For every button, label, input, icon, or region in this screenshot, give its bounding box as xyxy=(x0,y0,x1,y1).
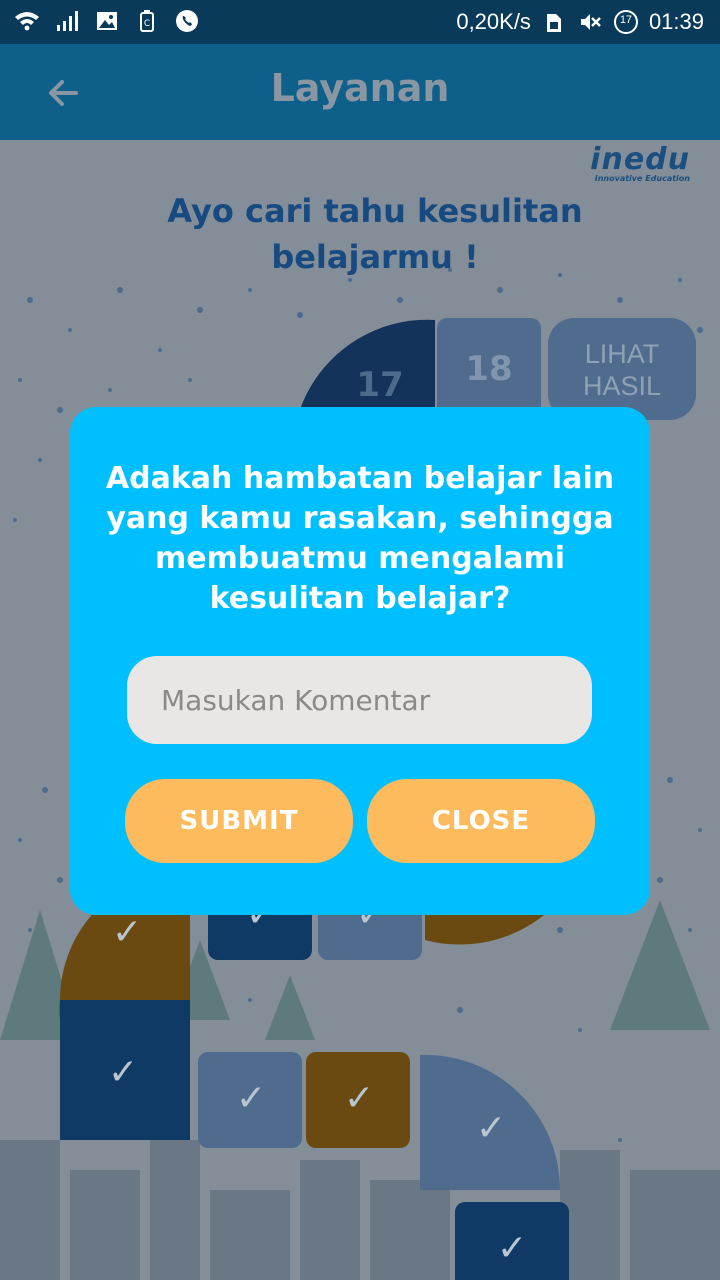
see-result-label-line2: HASIL xyxy=(582,371,662,401)
check-mark: ✓ xyxy=(236,1078,267,1119)
brand-tagline: Innovative Education xyxy=(594,174,690,183)
page-headline: Ayo cari tahu kesulitan belajarmu ! xyxy=(167,192,583,276)
app-bar: Layanan xyxy=(0,44,720,140)
mute-icon xyxy=(577,9,603,35)
board-tile: ✓ xyxy=(198,1052,302,1148)
check-mark: ✓ xyxy=(476,1108,507,1149)
status-time: 01:39 xyxy=(648,9,704,34)
tile-number: 17 xyxy=(356,365,404,405)
see-result-button[interactable]: LIHAT HASIL xyxy=(548,318,696,420)
whatsapp-icon xyxy=(174,8,200,34)
see-result-label-line1: LIHAT xyxy=(584,339,660,369)
network-speed: 0,20K/s xyxy=(456,9,531,34)
check-mark: ✓ xyxy=(497,1228,528,1269)
notification-badge: 17 xyxy=(613,9,639,35)
submit-button[interactable]: SUBMIT xyxy=(125,779,353,863)
signal-icon xyxy=(54,8,80,34)
board-tile-18: 18 xyxy=(437,318,541,420)
image-icon xyxy=(94,8,120,34)
sim-icon xyxy=(541,9,567,35)
tile-number: 18 xyxy=(465,349,513,389)
status-bar: C 0,20K/s 17 01:39 xyxy=(0,0,720,44)
board-tile: ✓ xyxy=(455,1202,569,1280)
notification-count: 17 xyxy=(619,14,633,26)
wifi-icon xyxy=(14,8,40,34)
comment-input[interactable] xyxy=(127,656,592,744)
board-tile: ✓ xyxy=(306,1052,410,1148)
check-mark: ✓ xyxy=(108,1052,139,1093)
check-mark: ✓ xyxy=(344,1078,375,1119)
brand-logo: inedu Innovative Education xyxy=(590,142,690,184)
comment-dialog: Adakah hambatan belajar lain yang kamu r… xyxy=(70,407,650,915)
check-mark: ✓ xyxy=(112,912,143,953)
battery-saver-icon: C xyxy=(134,8,160,34)
dialog-question: Adakah hambatan belajar lain yang kamu r… xyxy=(105,461,615,616)
page-title: Layanan xyxy=(270,66,450,110)
svg-text:C: C xyxy=(144,19,150,29)
close-button[interactable]: CLOSE xyxy=(367,779,595,863)
brand-logo-text: inedu xyxy=(590,142,690,177)
